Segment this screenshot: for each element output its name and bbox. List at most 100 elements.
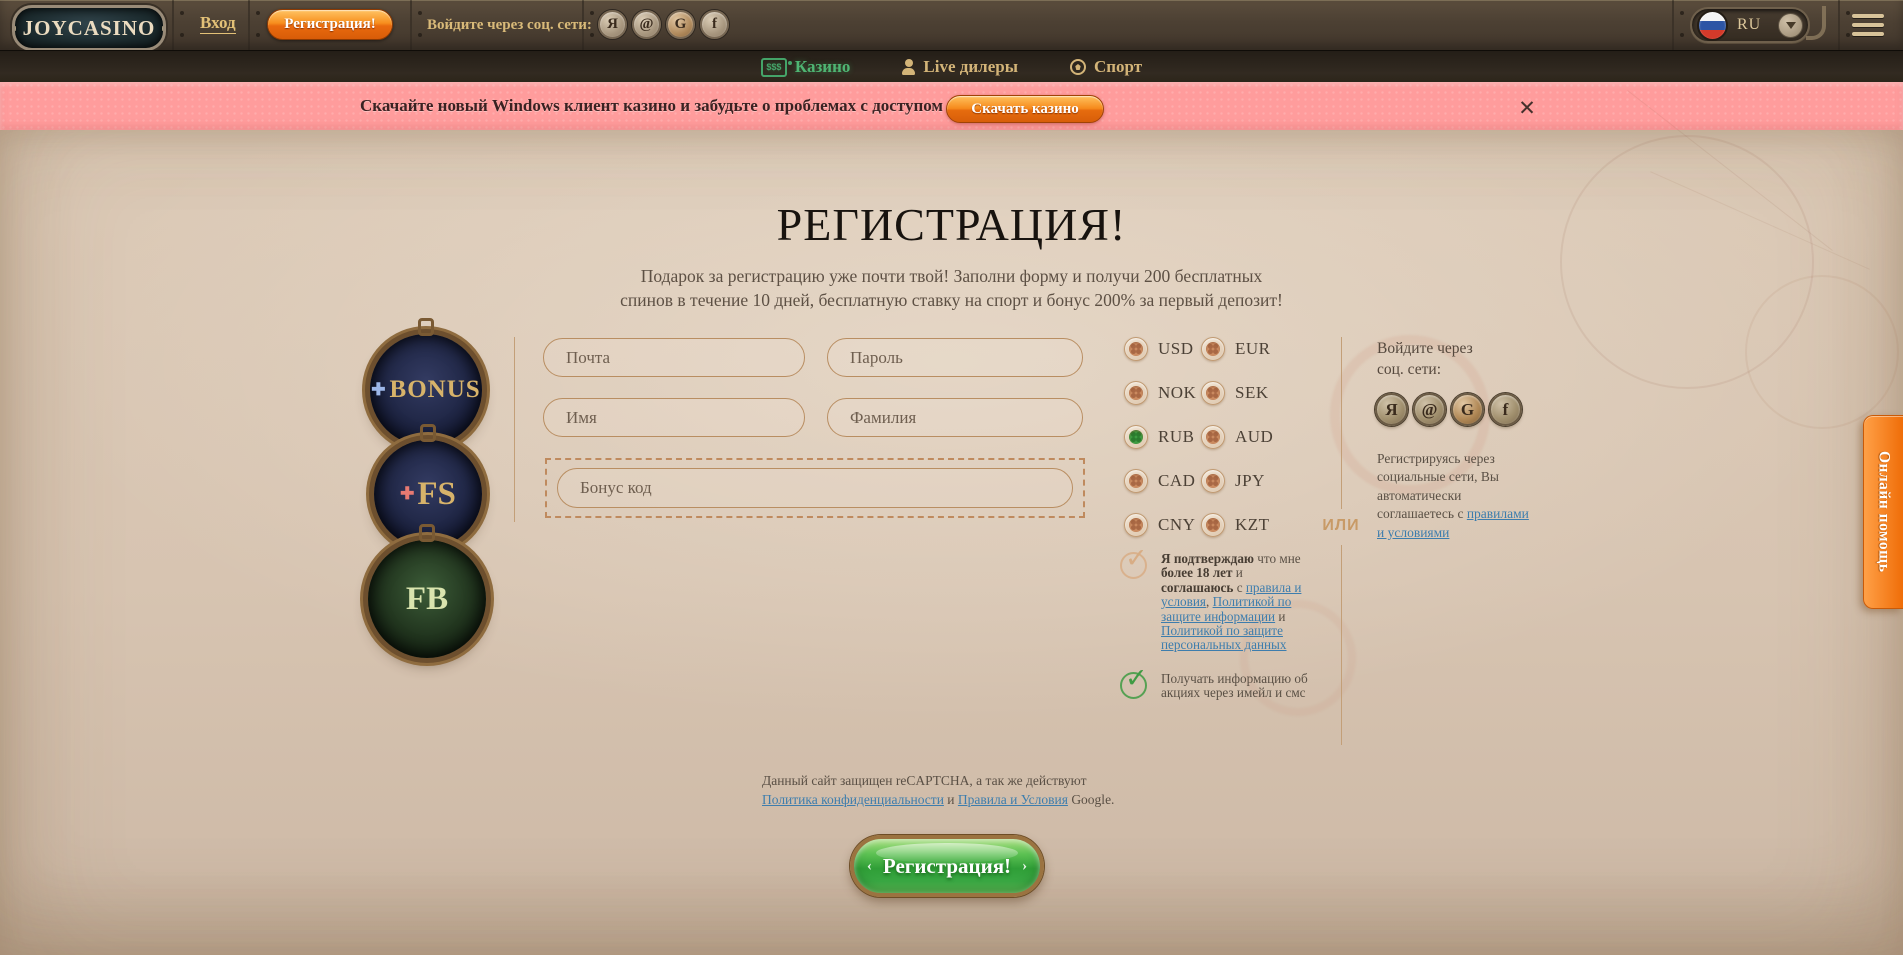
radio-icon[interactable] [1124, 425, 1148, 449]
yandex-icon[interactable]: Я [1375, 393, 1408, 426]
currency-radio-sek[interactable]: SEK [1201, 381, 1273, 405]
promo-subscribe-text: Получать информацию об акциях через имей… [1161, 672, 1313, 701]
plus-coin-icon: ✚ [371, 380, 386, 400]
rivet-decor [256, 11, 260, 15]
currency-radio-eur[interactable]: EUR [1201, 337, 1273, 361]
logo-dot-decor [15, 26, 16, 31]
slot-machine-icon [761, 58, 787, 77]
language-code: RU [1737, 16, 1761, 34]
rivet-decor [1846, 11, 1850, 15]
sketch-circle-decor [1560, 135, 1814, 389]
radio-icon[interactable] [1124, 469, 1148, 493]
seam-divider [172, 0, 174, 50]
currency-radio-nok[interactable]: NOK [1124, 381, 1201, 405]
seam-divider [248, 0, 250, 50]
joycasino-logo[interactable]: JOYCASINO [12, 5, 166, 51]
tab-casino[interactable]: Казино [761, 57, 851, 77]
pipe-decor [1806, 6, 1826, 40]
column-divider [1341, 545, 1342, 745]
freebet-badge[interactable]: FB [368, 540, 486, 658]
page-title: РЕГИСТРАЦИЯ! [0, 198, 1903, 251]
radio-icon[interactable] [1124, 381, 1148, 405]
personal-data-policy-link[interactable]: Политикой по защите персональных данных [1161, 623, 1287, 652]
radio-icon[interactable] [1201, 425, 1225, 449]
email-field[interactable] [543, 338, 805, 377]
currency-radio-cad[interactable]: CAD [1124, 469, 1201, 493]
yandex-icon[interactable]: Я [598, 10, 627, 39]
mailru-icon[interactable]: @ [632, 10, 661, 39]
first-name-field[interactable] [543, 398, 805, 437]
social-column-heading: Войдите через соц. сети: [1377, 338, 1503, 380]
mailru-icon[interactable]: @ [1413, 393, 1446, 426]
promo-subscribe-checkbox[interactable]: ✓ Получать информацию об акциях через им… [1120, 672, 1320, 701]
currency-selector: USD EUR NOK SEK RUB AUD [1124, 337, 1273, 537]
logo-text: JOYCASINO [23, 16, 156, 41]
radio-icon[interactable] [1201, 337, 1225, 361]
register-button[interactable]: Регистрация! [267, 9, 393, 40]
top-bar: JOYCASINO Вход Регистрация! Войдите чере… [0, 0, 1903, 52]
russian-flag-icon [1697, 10, 1728, 41]
registration-content: РЕГИСТРАЦИЯ! Подарок за регистрацию уже … [0, 130, 1903, 955]
rivet-decor [418, 11, 422, 15]
checkbox-checked-icon[interactable]: ✓ [1120, 552, 1147, 579]
rivet-decor [590, 11, 594, 15]
submit-registration-button[interactable]: ‹ Регистрация! › [850, 835, 1044, 897]
currency-radio-aud[interactable]: AUD [1201, 425, 1273, 449]
page-subtitle: Подарок за регистрацию уже почти твой! З… [0, 264, 1903, 312]
form-left-divider [514, 337, 515, 522]
menu-icon[interactable] [1852, 14, 1884, 41]
right-arrow-icon: › [1022, 858, 1027, 875]
topbar-social-icons: Я @ G f [598, 10, 729, 39]
joycasino-registration-page: JOYCASINO Вход Регистрация! Войдите чере… [0, 0, 1903, 955]
seam-divider [1672, 0, 1674, 50]
banner-message: Скачайте новый Windows клиент казино и з… [360, 96, 943, 116]
language-selector[interactable]: RU [1690, 7, 1810, 43]
last-name-field[interactable] [827, 398, 1083, 437]
bonus-code-area [545, 458, 1085, 518]
social-login-icons: Я @ G f [1375, 393, 1522, 426]
radio-icon[interactable] [1201, 469, 1225, 493]
currency-radio-cny[interactable]: CNY [1124, 513, 1201, 537]
radio-icon[interactable] [1124, 513, 1148, 537]
radio-icon[interactable] [1201, 381, 1225, 405]
download-casino-button[interactable]: Скачать казино [946, 95, 1104, 123]
tab-live-dealers[interactable]: Live дилеры [902, 57, 1018, 77]
tab-sport[interactable]: Спорт [1070, 57, 1142, 77]
main-nav: Казино Live дилеры Спорт [0, 50, 1903, 83]
age-terms-text: Я подтверждаю что мне более 18 лет и сог… [1161, 552, 1313, 653]
login-link[interactable]: Вход [200, 14, 236, 34]
logo-dot-decor [162, 26, 163, 31]
left-arrow-icon: ‹ [867, 858, 872, 875]
online-help-tab[interactable]: Онлайн помощь [1863, 415, 1903, 609]
chevron-down-icon[interactable] [1778, 13, 1803, 38]
google-icon[interactable]: G [1451, 393, 1484, 426]
currency-radio-jpy[interactable]: JPY [1201, 469, 1273, 493]
seam-divider [410, 0, 412, 50]
age-terms-checkbox[interactable]: ✓ Я подтверждаю что мне более 18 лет и с… [1120, 552, 1320, 653]
column-divider [1341, 337, 1342, 509]
bonus-code-field[interactable] [557, 468, 1073, 508]
social-terms-note: Регистрируясь через социальные сети, Вы … [1377, 450, 1529, 542]
terms-of-service-link[interactable]: Правила и Условия [958, 792, 1068, 807]
radio-icon[interactable] [1124, 337, 1148, 361]
dealer-icon [902, 59, 915, 75]
rivet-decor [180, 11, 184, 15]
privacy-policy-link[interactable]: Политика конфиденциальности [762, 792, 944, 807]
sport-ball-icon [1070, 59, 1086, 75]
close-icon[interactable]: ✕ [1515, 96, 1539, 120]
or-divider-label: ИЛИ [1316, 517, 1366, 535]
facebook-icon[interactable]: f [700, 10, 729, 39]
password-field[interactable] [827, 338, 1083, 377]
google-icon[interactable]: G [666, 10, 695, 39]
rivet-decor [1680, 11, 1684, 15]
currency-radio-usd[interactable]: USD [1124, 337, 1201, 361]
currency-radio-rub[interactable]: RUB [1124, 425, 1201, 449]
seam-divider [1838, 0, 1840, 50]
social-login-label: Войдите через соц. сети: [427, 17, 592, 34]
facebook-icon[interactable]: f [1489, 393, 1522, 426]
recaptcha-note: Данный сайт защищен reCAPTCHA, а так же … [762, 771, 1140, 809]
currency-radio-kzt[interactable]: KZT [1201, 513, 1273, 537]
checkbox-checked-icon[interactable]: ✓ [1120, 672, 1147, 699]
plus-spark-icon: ✚ [400, 484, 414, 504]
radio-icon[interactable] [1201, 513, 1225, 537]
